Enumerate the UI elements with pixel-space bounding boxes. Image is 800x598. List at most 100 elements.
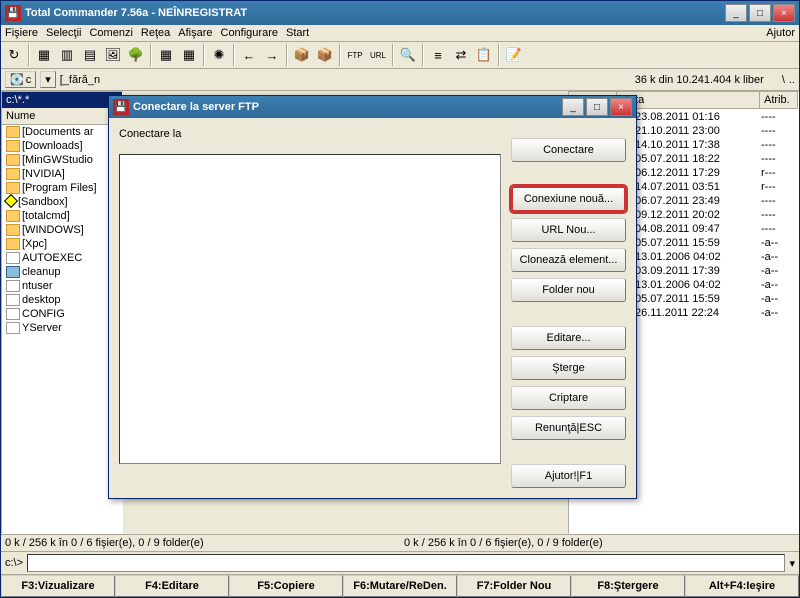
fkey-button[interactable]: F6:Mutare/ReDen. <box>343 575 457 597</box>
file-date: 04.08.2011 09:47 <box>631 223 761 235</box>
dialog-maximize-button[interactable]: □ <box>586 98 608 116</box>
multirename-icon[interactable]: ≡ <box>427 44 449 66</box>
close-button[interactable]: × <box>773 4 795 22</box>
file-row[interactable]: ntuser <box>2 279 122 293</box>
main-titlebar[interactable]: 💾 Total Commander 7.56a - NEÎNREGISTRAT … <box>1 1 799 25</box>
file-row[interactable]: [totalcmd] <box>2 209 122 223</box>
notepad-icon[interactable]: 📝 <box>503 44 525 66</box>
ftp-icon[interactable]: FTP <box>344 44 366 66</box>
menu-help[interactable]: Ajutor <box>766 27 795 39</box>
file-row[interactable]: desktop <box>2 293 122 307</box>
file-row[interactable]: [Sandbox] <box>2 195 122 209</box>
fkey-button[interactable]: F4:Editare <box>115 575 229 597</box>
menu-item[interactable]: Configurare <box>221 27 278 39</box>
fkey-button[interactable]: F5:Copiere <box>229 575 343 597</box>
cancel-button[interactable]: Renunţă|ESC <box>511 416 626 440</box>
col-attr[interactable]: Atrib. <box>760 92 798 108</box>
new-folder-button[interactable]: Folder nou <box>511 278 626 302</box>
drive-dropdown[interactable]: ▾ <box>40 71 56 88</box>
left-pane: c:\*.* Nume [Documents ar[Downloads][Min… <box>1 91 123 534</box>
file-date: 03.09.2011 17:39 <box>631 265 761 277</box>
pack-icon[interactable]: 📦 <box>291 44 313 66</box>
left-file-list[interactable]: [Documents ar[Downloads][MinGWStudio[NVI… <box>2 125 122 533</box>
file-row[interactable]: [MinGWStudio <box>2 153 122 167</box>
view-icon[interactable]: ▦ <box>178 44 200 66</box>
search-icon[interactable]: 🔍 <box>397 44 419 66</box>
right-drive[interactable]: \ <box>782 74 785 86</box>
back-icon[interactable]: ← <box>238 44 260 66</box>
app-icon: 💾 <box>5 5 21 21</box>
view-icon[interactable]: ▦ <box>155 44 177 66</box>
col-name[interactable]: Nume <box>2 108 122 124</box>
view-icon[interactable]: ▥ <box>56 44 78 66</box>
file-attr: r--- <box>761 167 796 179</box>
file-date: 05.07.2011 18:22 <box>631 153 761 165</box>
menu-item[interactable]: Afişare <box>178 27 212 39</box>
command-row: c:\> ▾ <box>1 551 799 574</box>
file-row[interactable]: [Documents ar <box>2 125 122 139</box>
up-icon[interactable]: .. <box>789 74 795 86</box>
file-row[interactable]: [WINDOWS] <box>2 223 122 237</box>
refresh-icon[interactable]: ↻ <box>3 44 25 66</box>
file-date: 06.07.2011 23:49 <box>631 195 761 207</box>
new-url-button[interactable]: URL Nou... <box>511 218 626 242</box>
folder-icon <box>6 182 20 194</box>
file-row[interactable]: CONFIG <box>2 307 122 321</box>
menu-item[interactable]: Reţea <box>141 27 170 39</box>
fkey-button[interactable]: F3:Vizualizare <box>1 575 115 597</box>
fkey-button[interactable]: F8:Ştergere <box>571 575 685 597</box>
minimize-button[interactable]: _ <box>725 4 747 22</box>
invert-icon[interactable]: ✺ <box>208 44 230 66</box>
file-date: 23.08.2011 01:16 <box>631 111 761 123</box>
dialog-minimize-button[interactable]: _ <box>562 98 584 116</box>
file-icon <box>6 308 20 320</box>
forward-icon[interactable]: → <box>261 44 283 66</box>
dialog-titlebar[interactable]: 💾 Conectare la server FTP _ □ × <box>109 96 636 118</box>
file-row[interactable]: YServer <box>2 321 122 335</box>
delete-button[interactable]: Şterge <box>511 356 626 380</box>
fkey-button[interactable]: F7:Folder Nou <box>457 575 571 597</box>
view-icon[interactable]: ▦ <box>33 44 55 66</box>
new-connection-button[interactable]: Conexiune nouă... <box>511 186 626 212</box>
connect-button[interactable]: Conectare <box>511 138 626 162</box>
file-row[interactable]: [Program Files] <box>2 181 122 195</box>
sync-icon[interactable]: ⇄ <box>450 44 472 66</box>
volume-info: [_fără_n <box>60 74 631 86</box>
file-row[interactable]: AUTOEXEC <box>2 251 122 265</box>
menu-item[interactable]: Fişiere <box>5 27 38 39</box>
cmd-dropdown[interactable]: ▾ <box>789 557 795 570</box>
fkey-button[interactable]: Alt+F4:Ieşire <box>685 575 799 597</box>
tree-icon[interactable]: 🌳 <box>125 44 147 66</box>
clone-button[interactable]: Clonează element... <box>511 248 626 272</box>
folder-icon <box>6 224 20 236</box>
file-name: [WINDOWS] <box>22 224 118 236</box>
menu-item[interactable]: Start <box>286 27 309 39</box>
left-path[interactable]: c:\*.* <box>2 92 122 108</box>
file-date: 26.11.2011 22:24 <box>631 307 761 319</box>
file-row[interactable]: [Xpc] <box>2 237 122 251</box>
drive-button[interactable]: 💽c <box>5 71 36 88</box>
file-date: 09.12.2011 20:02 <box>631 209 761 221</box>
connection-list[interactable] <box>119 154 501 464</box>
edit-button[interactable]: Editare... <box>511 326 626 350</box>
ftp-connect-dialog: 💾 Conectare la server FTP _ □ × Conectar… <box>108 95 637 499</box>
exe-icon <box>6 266 20 278</box>
file-row[interactable]: cleanup <box>2 265 122 279</box>
file-name: [Program Files] <box>22 182 118 194</box>
menu-item[interactable]: Selecţii <box>46 27 81 39</box>
col-date[interactable]: Data <box>617 92 760 108</box>
encrypt-button[interactable]: Criptare <box>511 386 626 410</box>
dialog-close-button[interactable]: × <box>610 98 632 116</box>
copy-icon[interactable]: 📋 <box>473 44 495 66</box>
menu-item[interactable]: Comenzi <box>89 27 132 39</box>
help-button[interactable]: Ajutor!|F1 <box>511 464 626 488</box>
file-row[interactable]: [NVIDIA] <box>2 167 122 181</box>
view-icon[interactable]: ▤ <box>79 44 101 66</box>
maximize-button[interactable]: □ <box>749 4 771 22</box>
connect-to-label: Conectare la <box>119 128 501 140</box>
file-row[interactable]: [Downloads] <box>2 139 122 153</box>
command-input[interactable] <box>27 554 785 572</box>
url-icon[interactable]: URL <box>367 44 389 66</box>
unpack-icon[interactable]: 📦 <box>314 44 336 66</box>
view-icon[interactable]: 🖼 <box>102 44 124 66</box>
